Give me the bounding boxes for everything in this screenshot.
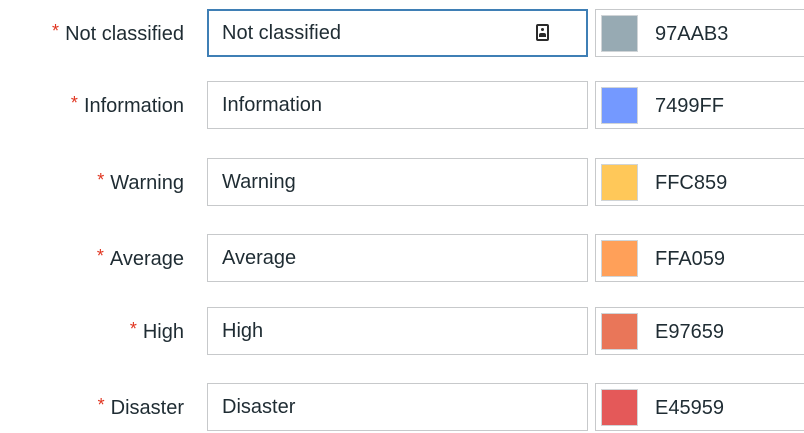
required-asterisk: *: [129, 319, 137, 339]
severity-label: * Warning: [97, 170, 184, 195]
severity-row-warning: *Warning FFC859: [0, 158, 804, 208]
severity-label: * Average: [96, 246, 184, 271]
color-swatch[interactable]: [601, 15, 638, 52]
severity-name-input[interactable]: [207, 383, 588, 431]
severity-row-high: *High E97659: [0, 307, 804, 357]
severity-name-input[interactable]: [207, 81, 588, 129]
color-code: FFC859: [655, 172, 728, 194]
severity-settings-form: *Not classified 97AAB3 *Information 7499…: [0, 0, 804, 431]
severity-label: * Disaster: [97, 395, 184, 420]
color-swatch[interactable]: [601, 389, 638, 426]
severity-row-disaster: *Disaster E45959: [0, 383, 804, 433]
severity-label: * Information: [70, 93, 184, 118]
color-code: 97AAB3: [655, 23, 729, 45]
severity-name-input[interactable]: [207, 307, 588, 355]
severity-row-average: *Average FFA059: [0, 234, 804, 284]
color-swatch[interactable]: [601, 313, 638, 350]
color-code: 7499FF: [655, 95, 724, 117]
color-picker[interactable]: E45959: [595, 383, 804, 431]
color-picker[interactable]: FFC859: [595, 158, 804, 206]
required-asterisk: *: [97, 170, 105, 190]
color-picker[interactable]: 7499FF: [595, 81, 804, 129]
color-code: E45959: [655, 397, 724, 419]
severity-label-text: Warning: [110, 172, 184, 194]
color-picker[interactable]: FFA059: [595, 234, 804, 282]
color-picker[interactable]: 97AAB3: [595, 9, 804, 57]
color-code: FFA059: [655, 248, 726, 270]
severity-label-text: Average: [109, 248, 184, 270]
color-swatch[interactable]: [601, 164, 638, 201]
required-asterisk: *: [97, 395, 105, 415]
color-picker[interactable]: E97659: [595, 307, 804, 355]
severity-label-text: Information: [83, 95, 184, 117]
required-asterisk: *: [52, 21, 60, 41]
color-swatch[interactable]: [601, 240, 638, 277]
severity-row-information: *Information 7499FF: [0, 81, 804, 131]
severity-name-input[interactable]: [207, 234, 588, 282]
severity-row-not-classified: *Not classified 97AAB3: [0, 9, 804, 59]
severity-label: * High: [129, 319, 184, 344]
severity-label-text: High: [142, 321, 184, 343]
required-asterisk: *: [70, 93, 78, 113]
color-swatch[interactable]: [601, 87, 638, 124]
severity-name-input[interactable]: [207, 158, 588, 206]
severity-name-input[interactable]: [207, 9, 588, 57]
color-code: E97659: [655, 321, 724, 343]
severity-label: * Not classified: [52, 21, 184, 46]
required-asterisk: *: [96, 246, 104, 266]
severity-label-text: Disaster: [110, 397, 184, 419]
contact-card-icon[interactable]: [536, 24, 549, 41]
severity-label-text: Not classified: [65, 23, 184, 45]
